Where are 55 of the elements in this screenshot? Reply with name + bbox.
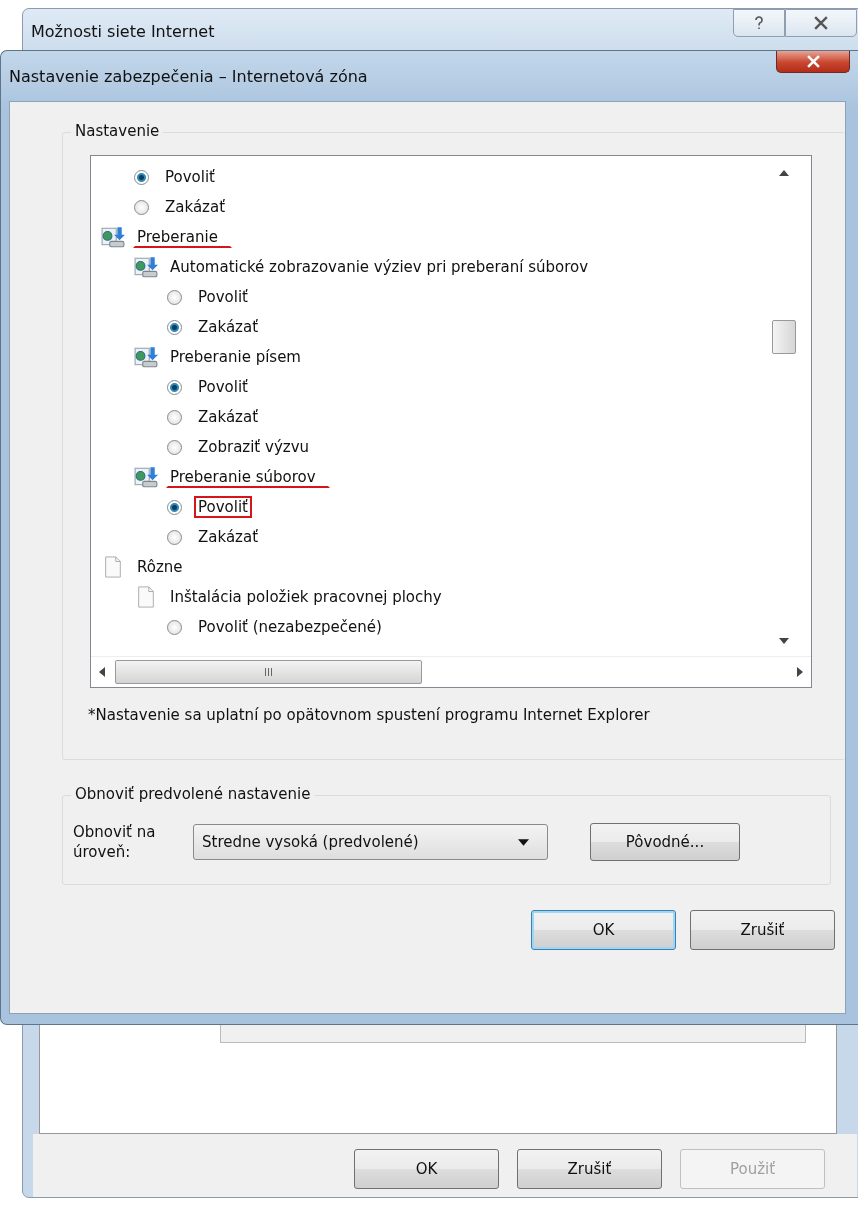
window-title: Možnosti siete Internet	[31, 21, 215, 41]
option-label: Zakázať	[197, 527, 260, 548]
dialog-button[interactable]: OK	[531, 910, 676, 950]
radio-button[interactable]	[167, 499, 182, 515]
radio-button[interactable]	[134, 199, 149, 215]
setting-label: Automatické zobrazovanie výziev pri preberaní súborov	[169, 257, 590, 278]
option-label: Povoliť (nezabezpečené)	[197, 617, 383, 638]
dialog-title: Nastavenie zabezpečenia – Internetová zóna	[9, 66, 368, 86]
radio-button[interactable]	[167, 319, 182, 335]
dialog-button[interactable]: Zrušiť	[690, 910, 835, 950]
close-icon	[814, 16, 828, 30]
setting-label: Preberanie súborov	[166, 466, 330, 488]
setting-label: Inštalácia položiek pracovnej plochy	[169, 587, 443, 608]
help-button[interactable]	[733, 9, 785, 37]
help-icon	[754, 16, 764, 30]
dialog-button[interactable]: OK	[354, 1149, 499, 1189]
dropdown-arrow-icon	[518, 838, 529, 846]
close-button[interactable]	[785, 9, 857, 37]
scrollbar-thumb[interactable]	[115, 660, 422, 684]
group-legend: Obnoviť predvolené nastavenie	[71, 785, 315, 803]
reset-button[interactable]: Pôvodné...	[590, 823, 740, 861]
scroll-down-icon[interactable]	[779, 638, 789, 644]
option-label: Povoliť	[197, 377, 249, 398]
radio-button[interactable]	[167, 439, 182, 455]
scroll-right-icon[interactable]	[797, 667, 803, 677]
dialog-button[interactable]: Zrušiť	[517, 1149, 662, 1189]
download-settings-icon	[134, 466, 158, 488]
radio-button[interactable]	[167, 379, 182, 395]
scroll-left-icon[interactable]	[99, 667, 105, 677]
option-label: Zobraziť výzvu	[197, 437, 311, 458]
option-label: Zakázať	[197, 407, 260, 428]
radio-button[interactable]	[167, 409, 182, 425]
horizontal-scrollbar[interactable]	[91, 656, 811, 687]
option-label: Povoliť	[164, 167, 216, 188]
option-label: Povoliť	[197, 287, 249, 308]
radio-button[interactable]	[134, 169, 149, 185]
option-label: Povoliť	[194, 496, 252, 518]
reset-level-label: Obnoviť na úroveň:	[73, 822, 157, 862]
restart-note: *Nastavenie sa uplatní po opätovnom spustení programu Internet Explorer	[88, 706, 651, 724]
close-icon	[806, 55, 820, 68]
radio-button[interactable]	[167, 619, 182, 635]
option-label: Zakázať	[197, 317, 260, 338]
setting-label: Rôzne	[136, 557, 184, 578]
scrollbar-thumb[interactable]	[772, 320, 796, 354]
close-button[interactable]	[776, 51, 850, 73]
setting-label: Preberanie	[133, 226, 232, 248]
download-settings-icon	[101, 226, 125, 248]
radio-button[interactable]	[167, 529, 182, 545]
level-dropdown[interactable]: Stredne vysoká (predvolené)	[193, 824, 548, 860]
setting-label: Preberanie písem	[169, 347, 302, 368]
download-settings-icon	[134, 256, 158, 278]
download-settings-icon	[134, 346, 158, 368]
option-label: Zakázať	[164, 197, 227, 218]
radio-button[interactable]	[167, 289, 182, 305]
scroll-up-icon[interactable]	[779, 170, 789, 176]
